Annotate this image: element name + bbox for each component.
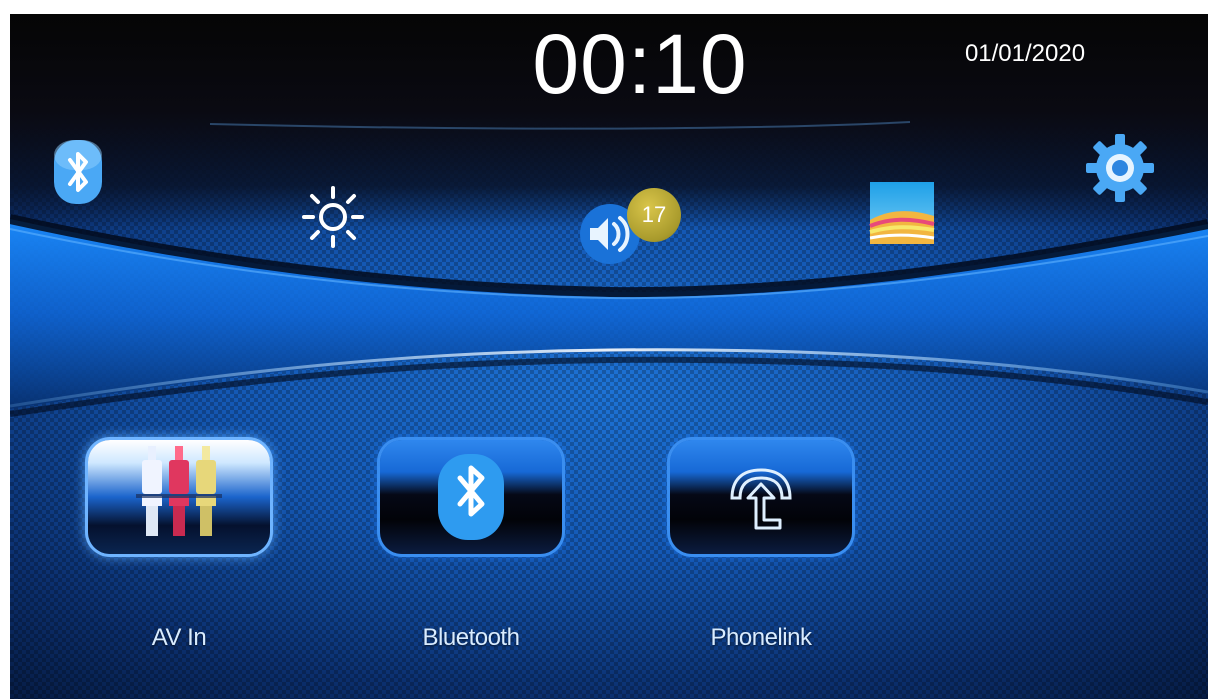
- app-phonelink-label: Phonelink: [710, 624, 812, 651]
- head-unit-screen: 00:10 01/01/2020 17 AV In Bluetooth Phon…: [10, 14, 1208, 699]
- bluetooth-status-icon[interactable]: [50, 138, 106, 206]
- app-av-in-button[interactable]: [88, 440, 270, 554]
- volume-level-badge: 17: [627, 188, 681, 242]
- app-bluetooth-label: Bluetooth: [422, 624, 520, 651]
- phonelink-icon: [730, 468, 792, 530]
- wallpaper-icon[interactable]: [868, 180, 936, 246]
- brightness-icon[interactable]: [300, 184, 366, 250]
- app-phonelink-button[interactable]: [670, 440, 852, 554]
- wave-decoration: [10, 121, 1208, 417]
- app-av-in-label: AV In: [151, 624, 207, 651]
- bluetooth-icon: [438, 454, 504, 540]
- date-display: 01/01/2020: [964, 40, 1086, 67]
- settings-icon[interactable]: [1084, 132, 1156, 204]
- av-in-icon: [136, 446, 222, 536]
- clock-time: 00:10: [532, 17, 748, 111]
- app-bluetooth-button[interactable]: [380, 440, 562, 554]
